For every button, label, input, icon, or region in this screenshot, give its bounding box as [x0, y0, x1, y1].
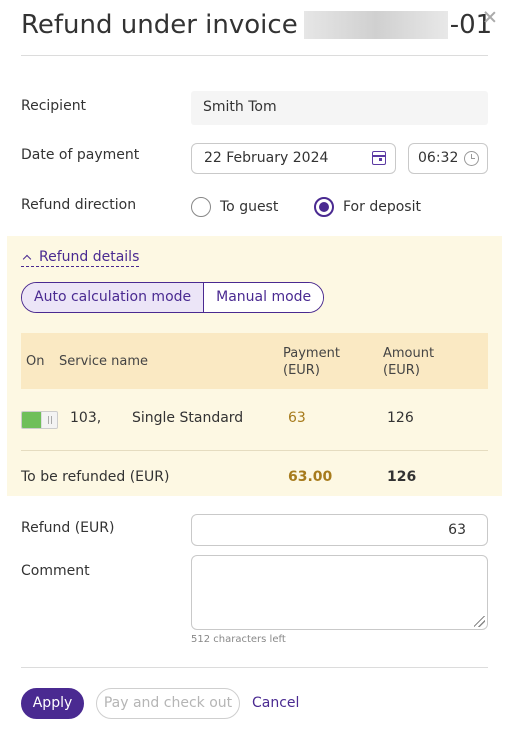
dialog-title-prefix: Refund under invoice: [21, 10, 298, 40]
row-room-number: 103,: [70, 410, 102, 426]
date-label: Date of payment: [21, 147, 140, 163]
refund-details-toggle[interactable]: Refund details: [21, 249, 140, 267]
col-header-amount: Amount (EUR): [383, 345, 434, 379]
title-divider: [21, 55, 488, 56]
col-header-on: On: [26, 354, 45, 369]
refund-amount-input[interactable]: 63: [191, 514, 488, 546]
col-header-payment: Payment (EUR): [283, 345, 340, 379]
row-amount: 126: [387, 410, 414, 426]
time-value: 06:32: [418, 150, 459, 166]
dialog-title: Refund under invoice -01: [21, 10, 492, 40]
refund-details-label: Refund details: [39, 249, 140, 265]
services-table-header: On Service name Payment (EUR) Amount (EU…: [21, 333, 488, 389]
refund-dialog: Refund under invoice -01 Recipient Smith…: [0, 0, 509, 740]
chevron-up-icon: [22, 254, 32, 264]
total-payment: 63.00: [288, 469, 333, 485]
radio-to-guest-label: To guest: [220, 199, 279, 215]
clock-icon[interactable]: [464, 151, 479, 166]
col-header-amount-line1: Amount: [383, 346, 435, 361]
footer-divider: [21, 667, 488, 668]
radio-circle[interactable]: [314, 197, 334, 217]
col-header-payment-line1: Payment: [283, 346, 340, 361]
recipient-field: Smith Tom: [191, 91, 488, 125]
table-row: 103, Single Standard 63 126: [21, 390, 488, 451]
close-icon[interactable]: [483, 10, 497, 24]
calendar-icon[interactable]: [372, 151, 386, 165]
resize-handle-icon[interactable]: [474, 616, 485, 627]
apply-button[interactable]: Apply: [21, 688, 84, 719]
row-service-name: Single Standard: [132, 410, 244, 426]
direction-label: Refund direction: [21, 197, 137, 213]
col-header-amount-line2: (EUR): [383, 363, 420, 378]
comment-textarea[interactable]: [191, 555, 488, 630]
pay-and-check-out-button[interactable]: Pay and check out: [96, 688, 240, 719]
service-toggle-switch[interactable]: [21, 411, 58, 429]
recipient-label: Recipient: [21, 98, 87, 114]
radio-for-deposit[interactable]: For deposit: [314, 197, 421, 217]
auto-calculation-mode-button[interactable]: Auto calculation mode: [22, 283, 205, 312]
total-amount: 126: [387, 469, 417, 485]
date-input[interactable]: 22 February 2024: [191, 143, 396, 174]
refund-label: Refund (EUR): [21, 520, 115, 536]
cancel-link[interactable]: Cancel: [252, 688, 299, 719]
comment-label: Comment: [21, 563, 90, 579]
time-input[interactable]: 06:32: [408, 143, 488, 174]
redacted-invoice-number: [303, 11, 448, 39]
total-label: To be refunded (EUR): [21, 469, 170, 485]
toggle-knob[interactable]: [42, 412, 57, 428]
radio-circle[interactable]: [191, 197, 211, 217]
characters-left-counter: 512 characters left: [191, 634, 286, 645]
calculation-mode-switch: Auto calculation mode Manual mode: [21, 282, 325, 313]
row-payment: 63: [288, 410, 306, 426]
col-header-service: Service name: [59, 354, 149, 369]
manual-mode-button[interactable]: Manual mode: [204, 283, 324, 312]
radio-for-deposit-label: For deposit: [343, 199, 421, 215]
col-header-payment-line2: (EUR): [283, 363, 320, 378]
radio-to-guest[interactable]: To guest: [191, 197, 278, 217]
toggle-on-segment: [22, 412, 41, 428]
total-row: To be refunded (EUR) 63.00 126: [21, 452, 488, 496]
date-value: 22 February 2024: [204, 150, 329, 166]
